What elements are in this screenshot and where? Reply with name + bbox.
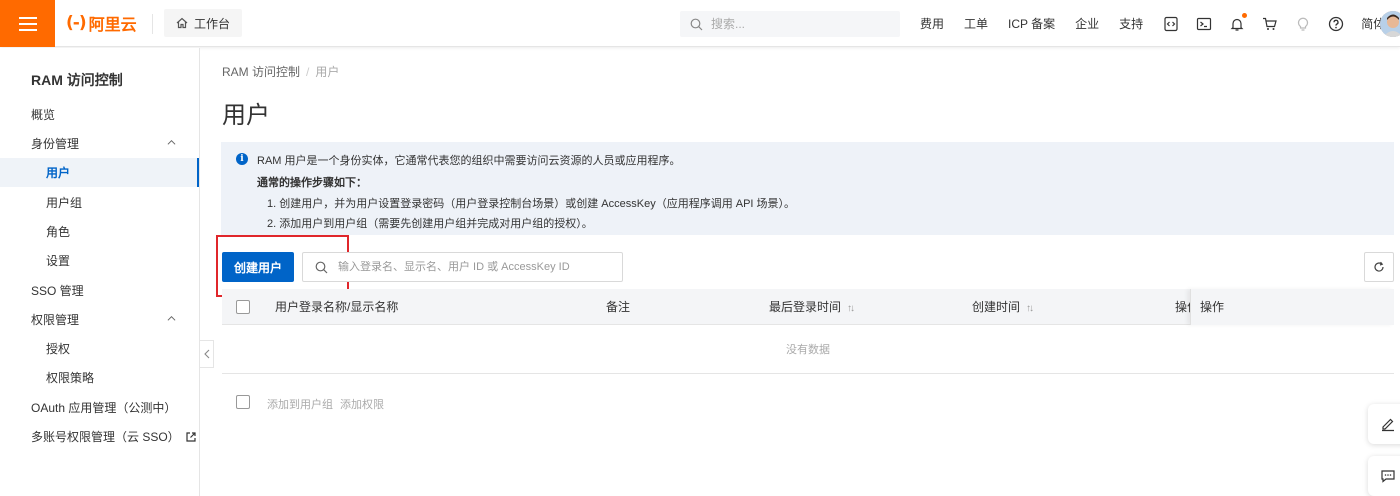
sidebar-item-label: 授权 xyxy=(46,342,71,356)
chevron-up-icon[interactable] xyxy=(167,138,176,147)
external-link-icon xyxy=(186,431,196,442)
sidebar-item-label: 权限策略 xyxy=(46,371,95,385)
sidebar-item-identity[interactable]: 身份管理 xyxy=(0,129,199,158)
sidebar-item-label: 权限管理 xyxy=(31,313,80,327)
column-ops-clipped: 操作 xyxy=(1175,300,1190,314)
sidebar-item-label: 设置 xyxy=(46,254,71,268)
column-created[interactable]: 创建时间 ↑↓ xyxy=(972,289,1034,327)
column-last-login-label: 最后登录时间 xyxy=(769,300,842,314)
menu-icon[interactable] xyxy=(0,0,55,47)
workbench-button[interactable]: 工作台 xyxy=(164,9,243,37)
column-last-login[interactable]: 最后登录时间 ↑↓ xyxy=(769,289,855,327)
top-navigation-bar: (-) 阿里云 工作台 费用 工单 ICP 备案 企业 支持 xyxy=(0,0,1400,47)
enterprise-link[interactable]: 企业 xyxy=(1075,15,1099,32)
sidebar-item-permissions[interactable]: 权限管理 xyxy=(0,305,199,334)
column-remark: 备注 xyxy=(606,300,631,314)
create-user-button[interactable]: 创建用户 xyxy=(222,252,294,282)
home-icon xyxy=(176,17,188,29)
terminal-icon[interactable] xyxy=(1196,16,1212,32)
sidebar-item-label: 角色 xyxy=(46,225,71,239)
workbench-label: 工作台 xyxy=(194,16,231,31)
notice-step-1: 1. 创建用户，并为用户设置登录密码（用户登录控制台场景）或创建 AccessK… xyxy=(267,198,796,210)
sidebar-item-grants[interactable]: 授权 xyxy=(0,334,199,363)
column-ops: 操作 xyxy=(1200,300,1225,314)
bell-icon[interactable] xyxy=(1229,12,1248,32)
sidebar-item-users[interactable]: 用户 xyxy=(0,158,199,187)
ticket-link[interactable]: 工单 xyxy=(964,15,988,32)
sidebar-item-settings[interactable]: 设置 xyxy=(0,246,199,275)
sidebar-item-label: 概览 xyxy=(31,108,56,122)
global-search[interactable] xyxy=(680,11,900,37)
sidebar-title: RAM 访问控制 xyxy=(31,72,123,88)
info-icon: i xyxy=(236,153,248,165)
bulb-icon[interactable] xyxy=(1295,16,1311,32)
edit-icon xyxy=(1382,418,1394,432)
top-links: 费用 工单 ICP 备案 企业 支持 简体 xyxy=(920,0,1400,47)
sidebar-item-label: 用户 xyxy=(46,166,71,180)
column-created-label: 创建时间 xyxy=(972,300,1021,314)
refresh-icon xyxy=(1374,261,1384,272)
help-icon[interactable] xyxy=(1328,16,1344,32)
avatar[interactable] xyxy=(1380,11,1400,37)
sidebar-item-groups[interactable]: 用户组 xyxy=(0,188,199,217)
page-title: 用户 xyxy=(222,102,270,129)
sidebar-item-label: OAuth 应用管理（公测中） xyxy=(31,401,177,415)
sidebar-item-overview[interactable]: 概览 xyxy=(0,100,199,129)
empty-state: 没有数据 xyxy=(222,326,1394,374)
sidebar-item-oauth[interactable]: OAuth 应用管理（公测中） xyxy=(0,393,199,422)
support-link[interactable]: 支持 xyxy=(1119,15,1143,32)
sidebar-item-cloud-sso[interactable]: 多账号权限管理（云 SSO） xyxy=(0,422,199,451)
billing-link[interactable]: 费用 xyxy=(920,15,944,32)
icp-link[interactable]: ICP 备案 xyxy=(1008,15,1055,32)
breadcrumb-separator: / xyxy=(306,65,310,79)
feedback-edit-button[interactable] xyxy=(1368,404,1400,444)
logo-mark-icon: (-) xyxy=(66,13,87,33)
sidebar-item-sso[interactable]: SSO 管理 xyxy=(0,276,199,305)
filter-input[interactable] xyxy=(338,261,618,273)
sidebar-item-roles[interactable]: 角色 xyxy=(0,217,199,246)
refresh-button[interactable] xyxy=(1364,252,1394,282)
code-icon[interactable] xyxy=(1163,16,1179,32)
notice-intro: RAM 用户是一个身份实体，它通常代表您的组织中需要访问云资源的人员或应用程序。 xyxy=(257,155,681,167)
sidebar-item-label: SSO 管理 xyxy=(31,284,84,298)
info-notice: i RAM 用户是一个身份实体，它通常代表您的组织中需要访问云资源的人员或应用程… xyxy=(221,142,1394,235)
chat-button[interactable] xyxy=(1368,456,1400,496)
aliyun-logo[interactable]: (-) 阿里云 xyxy=(66,12,137,34)
batch-select-checkbox[interactable] xyxy=(236,395,250,409)
search-icon xyxy=(690,18,703,30)
search-icon xyxy=(315,261,328,273)
sidebar-item-label: 用户组 xyxy=(46,196,83,210)
divider xyxy=(152,14,153,34)
sort-icon[interactable]: ↑↓ xyxy=(1026,291,1034,327)
add-permission-button[interactable]: 添加权限 xyxy=(340,396,384,412)
breadcrumb: RAM 访问控制 / 用户 xyxy=(222,63,339,80)
chat-icon xyxy=(1381,470,1395,483)
sidebar-item-label: 多账号权限管理（云 SSO） xyxy=(31,430,180,444)
cart-icon[interactable] xyxy=(1262,16,1278,32)
chevron-up-icon[interactable] xyxy=(167,314,176,323)
breadcrumb-root[interactable]: RAM 访问控制 xyxy=(222,65,300,79)
sidebar-collapse-button[interactable] xyxy=(200,340,214,368)
logo-text: 阿里云 xyxy=(88,17,137,34)
chevron-left-icon xyxy=(203,349,209,359)
user-filter[interactable] xyxy=(302,252,623,282)
search-input[interactable] xyxy=(711,17,881,31)
select-all-checkbox[interactable] xyxy=(236,300,250,314)
notice-step-2: 2. 添加用户到用户组（需要先创建用户组并完成对用户组的授权）。 xyxy=(267,218,593,230)
notice-steps-heading: 通常的操作步骤如下： xyxy=(257,177,367,189)
sort-icon[interactable]: ↑↓ xyxy=(847,291,855,327)
notification-dot xyxy=(1242,12,1248,18)
column-name: 用户登录名称/显示名称 xyxy=(275,300,399,314)
breadcrumb-current: 用户 xyxy=(315,65,340,79)
column-ops-fixed: 操作 xyxy=(1190,289,1394,325)
sidebar: RAM 访问控制 概览 身份管理 用户 用户组 角色 设置 SSO 管理 权限管… xyxy=(0,48,200,496)
sidebar-item-policies[interactable]: 权限策略 xyxy=(0,363,199,392)
sidebar-item-label: 身份管理 xyxy=(31,137,80,151)
add-to-group-button[interactable]: 添加到用户组 xyxy=(267,396,333,412)
